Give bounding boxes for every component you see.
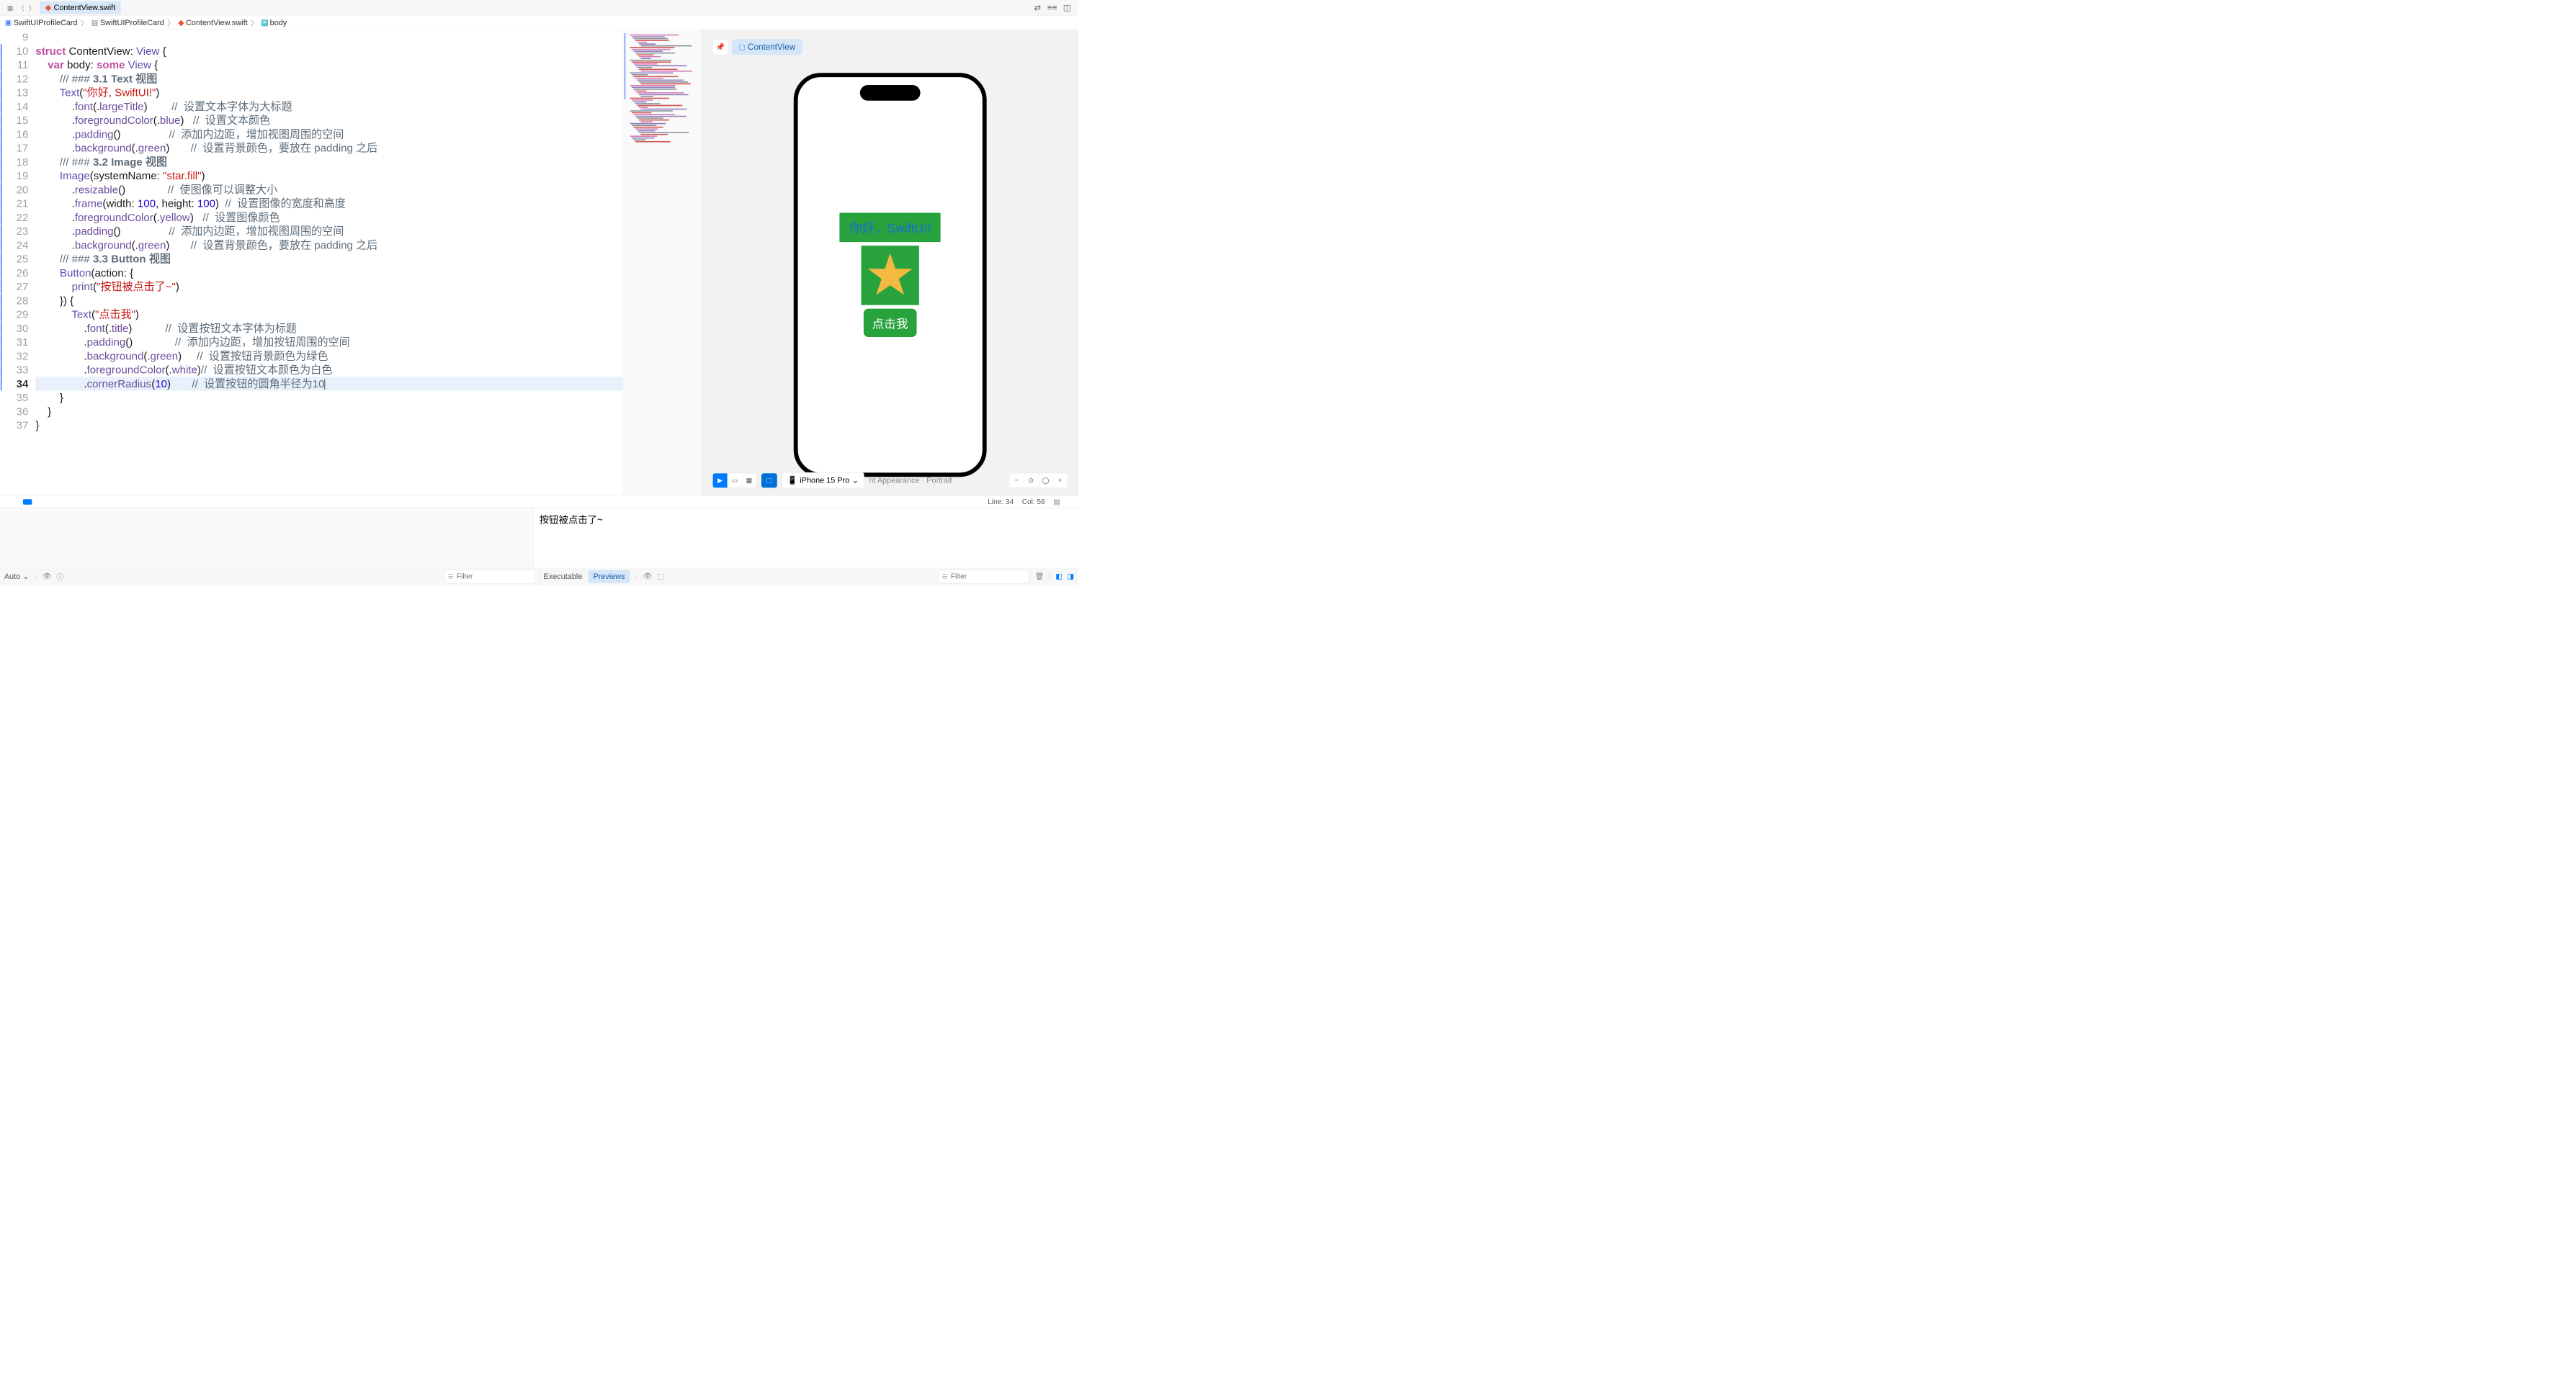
panel-right-icon[interactable]: ◨ <box>1068 572 1074 581</box>
tab-nav: ▦ 〈 〉 <box>2 4 40 12</box>
chevron-down-icon: ⌄ <box>852 476 859 485</box>
folder-icon: ▤ <box>91 19 98 27</box>
refresh-icon[interactable]: ⇄ <box>1034 3 1042 13</box>
info-icon[interactable]: ⓘ <box>56 571 63 582</box>
preview-label[interactable]: ▢ ContentView <box>732 39 802 55</box>
property-icon: P <box>261 19 268 26</box>
filter-icon: ☰ <box>448 572 454 580</box>
divider: | <box>636 574 638 580</box>
zoom-in-button[interactable]: + <box>1052 473 1067 488</box>
panel-left-icon[interactable]: ◧ <box>1055 572 1062 581</box>
iphone-mock: 你好，SwiftUI! 点击我 <box>794 73 987 477</box>
pin-button[interactable]: 📌 <box>712 39 728 55</box>
previews-pill[interactable]: Previews <box>589 570 630 583</box>
review-icon[interactable]: ≡≡ <box>1047 3 1057 12</box>
filter-icon: ☰ <box>942 572 948 580</box>
preview-panel: 📌 ▢ ContentView 你好，SwiftUI! 点击我 <box>702 30 1078 495</box>
status-indicator <box>23 499 32 505</box>
crumb-folder[interactable]: ▤ SwiftUIProfileCard <box>91 18 164 27</box>
preview-label-text: ContentView <box>748 42 795 52</box>
preview-toolbar: ▶ ▭ ▦ ⬚ 📱 iPhone 15 Pro ⌄ nt Appearance … <box>702 472 1078 488</box>
live-preview-button[interactable]: ▶ <box>713 473 728 488</box>
swift-icon: ◆ <box>45 3 51 12</box>
console-output[interactable]: 按钮被点击了~ <box>533 508 1078 567</box>
tab-filename: ContentView.swift <box>54 3 116 12</box>
hello-text: 你好，SwiftUI! <box>839 213 940 243</box>
related-items-icon[interactable]: ▦ <box>6 4 14 12</box>
preview-canvas[interactable]: 你好，SwiftUI! 点击我 <box>702 55 1078 495</box>
split-icon[interactable]: ◫ <box>1063 3 1071 13</box>
variables-view[interactable] <box>0 508 533 567</box>
zoom-fit-button[interactable]: ⊙ <box>1024 473 1038 488</box>
cursor-line: Line: 34 <box>988 498 1014 506</box>
editor-status-bar: Line: 34 Col: 56 ▤ <box>0 495 1078 508</box>
code-area[interactable]: struct ContentView: View { var body: som… <box>35 30 622 495</box>
crumb-symbol-label: body <box>270 18 287 27</box>
tab-contentview[interactable]: ◆ ContentView.swift <box>40 1 120 14</box>
device-name: iPhone 15 Pro <box>800 476 849 485</box>
chevron-right-icon: 〉 <box>166 17 176 28</box>
console-text: 按钮被点击了~ <box>540 514 603 525</box>
preview-status: nt Appearance · Portrait <box>869 476 952 485</box>
preview-label-icon: ▢ <box>738 42 745 51</box>
trash-icon[interactable]: 🗑 <box>1035 572 1045 581</box>
chevron-right-icon: 〉 <box>79 17 89 28</box>
variables-filter-input[interactable] <box>444 570 535 583</box>
line-gutter: 9101112131415161718192021222324252627282… <box>2 30 35 495</box>
device-settings-button[interactable]: ⬚ <box>761 473 777 488</box>
cursor-col: Col: 56 <box>1022 498 1045 506</box>
tab-bar: ▦ 〈 〉 ◆ ContentView.swift ⇄ ≡≡ ◫ <box>0 0 1078 16</box>
divider: | <box>35 574 37 580</box>
swift-icon: ◆ <box>178 18 184 27</box>
zoom-out-button[interactable]: − <box>1009 473 1024 488</box>
code-editor[interactable]: 9101112131415161718192021222324252627282… <box>0 30 623 495</box>
phone-icon: 📱 <box>787 476 797 485</box>
app-icon: ▣ <box>5 19 12 27</box>
tab-right-controls: ⇄ ≡≡ ◫ <box>1034 3 1076 13</box>
variants-grid-button[interactable]: ▦ <box>742 473 756 488</box>
crumb-file[interactable]: ◆ ContentView.swift <box>178 18 248 27</box>
crumb-symbol[interactable]: P body <box>261 18 287 27</box>
device-selector[interactable]: 📱 iPhone 15 Pro ⌄ <box>782 472 864 488</box>
divider: | <box>1049 572 1051 581</box>
crumb-project[interactable]: ▣ SwiftUIProfileCard <box>5 18 78 27</box>
debug-icon[interactable]: ⬚ <box>657 572 663 581</box>
chevron-right-icon: 〉 <box>249 17 259 28</box>
back-button[interactable]: 〈 <box>17 4 25 12</box>
eye-icon[interactable]: 👁 <box>643 572 653 581</box>
main-content: 9101112131415161718192021222324252627282… <box>0 30 1078 495</box>
star-image <box>861 246 918 305</box>
selectable-button[interactable]: ▭ <box>728 473 742 488</box>
forward-button[interactable]: 〉 <box>28 4 37 12</box>
layout-icon[interactable]: ▤ <box>1053 498 1060 506</box>
breadcrumb: ▣ SwiftUIProfileCard 〉 ▤ SwiftUIProfileC… <box>0 16 1078 30</box>
debug-console: 按钮被点击了~ <box>0 508 1078 568</box>
zoom-actual-button[interactable]: ◯ <box>1038 473 1052 488</box>
crumb-folder-label: SwiftUIProfileCard <box>100 18 164 27</box>
executable-label[interactable]: Executable <box>544 572 583 581</box>
eye-icon[interactable]: 👁 <box>43 572 52 581</box>
auto-menu[interactable]: Auto ⌄ <box>4 572 30 581</box>
star-icon <box>866 251 914 299</box>
console-filter-input[interactable] <box>939 570 1029 583</box>
click-me-button[interactable]: 点击我 <box>864 309 917 337</box>
bottom-toolbar: Auto ⌄ | 👁 ⓘ ☰ Executable Previews | 👁 ⬚… <box>0 568 1078 585</box>
minimap[interactable] <box>623 30 702 495</box>
crumb-project-label: SwiftUIProfileCard <box>14 18 78 27</box>
crumb-file-label: ContentView.swift <box>186 18 248 27</box>
